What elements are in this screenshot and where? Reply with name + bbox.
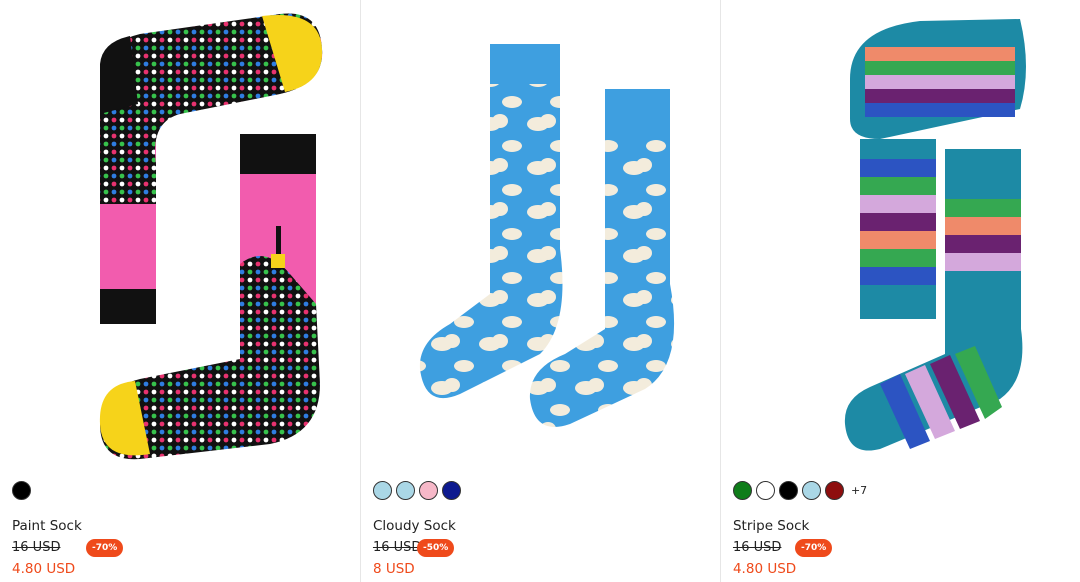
color-swatch[interactable] bbox=[12, 481, 31, 500]
sale-price: 4.80 USD bbox=[12, 561, 76, 577]
original-price: 16 USD bbox=[372, 540, 422, 555]
sale-price: 8 USD bbox=[372, 561, 415, 577]
color-swatch[interactable] bbox=[801, 481, 821, 500]
discount-badge: -50% bbox=[416, 539, 455, 557]
product-name[interactable]: Paint Sock bbox=[12, 518, 82, 534]
product-name[interactable]: Cloudy Sock bbox=[373, 518, 456, 534]
color-swatch[interactable] bbox=[755, 481, 775, 500]
color-swatch[interactable] bbox=[395, 481, 415, 500]
color-swatch[interactable] bbox=[824, 481, 844, 500]
color-swatch[interactable] bbox=[372, 481, 392, 500]
color-swatch[interactable] bbox=[418, 481, 438, 500]
stripe-sock-illustration bbox=[845, 19, 1027, 451]
product-card-cloudy-sock[interactable]: Cloudy Sock 16 USD -50% 8 USD bbox=[359, 0, 720, 582]
original-price: 16 USD bbox=[12, 540, 61, 555]
color-swatch[interactable] bbox=[441, 481, 461, 500]
discount-badge: -70% bbox=[794, 539, 833, 557]
color-swatches bbox=[372, 481, 461, 500]
product-card-paint-sock[interactable]: Paint Sock 16 USD -70% 4.80 USD bbox=[0, 0, 360, 582]
discount-badge: -70% bbox=[86, 539, 124, 557]
more-colors-count[interactable]: +7 bbox=[851, 484, 867, 497]
color-swatches: +7 bbox=[732, 481, 867, 500]
color-swatch[interactable] bbox=[732, 481, 752, 500]
product-name[interactable]: Stripe Sock bbox=[733, 518, 809, 534]
color-swatch[interactable] bbox=[778, 481, 798, 500]
color-swatches bbox=[12, 481, 31, 500]
product-card-stripe-sock[interactable]: +7 Stripe Sock 16 USD -70% 4.80 USD bbox=[719, 0, 1080, 582]
product-image[interactable] bbox=[361, 0, 720, 468]
sale-price: 4.80 USD bbox=[732, 561, 797, 577]
cloudy-sock-illustration bbox=[420, 44, 675, 427]
original-price: 16 USD bbox=[732, 540, 782, 555]
paint-sock-illustration bbox=[99, 13, 323, 460]
product-image[interactable] bbox=[721, 0, 1080, 468]
product-image[interactable] bbox=[0, 0, 360, 468]
product-grid: Paint Sock 16 USD -70% 4.80 USD Cloudy S… bbox=[0, 0, 1080, 582]
